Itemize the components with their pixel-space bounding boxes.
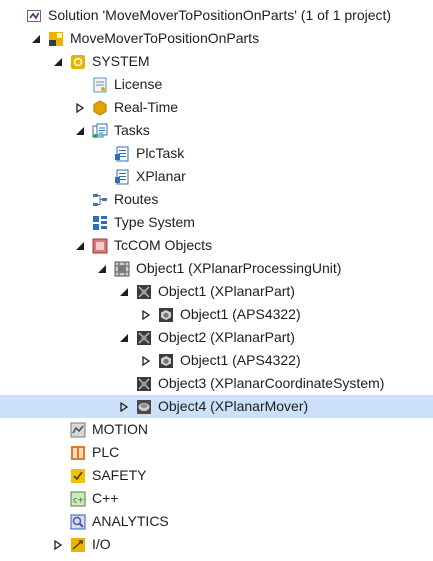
routes-icon <box>92 192 108 208</box>
expanded-arrow-icon[interactable] <box>74 125 86 137</box>
tree-item-solution[interactable]: Solution 'MoveMoverToPositionOnParts' (1… <box>0 4 433 27</box>
tree-item-type-system[interactable]: Type System <box>0 211 433 234</box>
tree-item-xplanar-task[interactable]: XPlanar <box>0 165 433 188</box>
expanded-arrow-icon[interactable] <box>52 56 64 68</box>
cpp-icon: c++ <box>70 491 86 507</box>
tasks-icon <box>92 123 108 139</box>
expanded-arrow-icon[interactable] <box>74 240 86 252</box>
safety-icon <box>70 468 86 484</box>
part-icon <box>136 376 152 392</box>
realtime-icon <box>92 99 108 116</box>
tree-item-tasks[interactable]: Tasks <box>0 119 433 142</box>
tree-item-license[interactable]: License <box>0 73 433 96</box>
tree-item-label: Object2 (XPlanarPart) <box>158 329 295 345</box>
tree-item-analytics[interactable]: ANALYTICS <box>0 510 433 533</box>
tree-item-label: PlcTask <box>136 145 185 161</box>
plc-icon <box>70 445 86 461</box>
expanded-arrow-icon[interactable] <box>96 263 108 275</box>
part-icon <box>136 330 152 346</box>
twincat-project-icon <box>48 31 64 47</box>
tree-item-label: ANALYTICS <box>92 513 169 529</box>
tree-item-label: Tasks <box>114 122 150 138</box>
tree-item-real-time[interactable]: Real-Time <box>0 96 433 119</box>
task-icon <box>114 169 130 185</box>
tree-item-label: SYSTEM <box>92 53 150 69</box>
tree-item-part-1[interactable]: Object1 (XPlanarPart) <box>0 280 433 303</box>
collapsed-arrow-icon[interactable] <box>74 102 86 114</box>
tree-item-label: I/O <box>92 536 111 552</box>
expanded-arrow-icon[interactable] <box>118 286 130 298</box>
tree-item-label: License <box>114 76 163 92</box>
tree-item-coordinate-system[interactable]: Object3 (XPlanarCoordinateSystem) <box>0 372 433 395</box>
expanded-arrow-icon[interactable] <box>30 33 42 45</box>
tree-item-label: Object1 (XPlanarPart) <box>158 283 295 299</box>
tree-item-label: Object1 (APS4322) <box>180 352 301 368</box>
aps-icon <box>158 353 174 369</box>
tree-item-project[interactable]: MoveMoverToPositionOnParts <box>0 27 433 50</box>
tree-item-tccom-objects[interactable]: TcCOM Objects <box>0 234 433 257</box>
tree-item-io[interactable]: I/O <box>0 533 433 556</box>
tree-item-label: XPlanar <box>136 168 186 184</box>
tree-item-processing-unit[interactable]: Object1 (XPlanarProcessingUnit) <box>0 257 433 280</box>
analytics-icon <box>70 514 86 530</box>
tree-item-system[interactable]: SYSTEM <box>0 50 433 73</box>
tree-item-cpp[interactable]: c++ C++ <box>0 487 433 510</box>
tree-item-mover[interactable]: Object4 (XPlanarMover) <box>0 395 433 418</box>
tree-item-label: Object4 (XPlanarMover) <box>158 398 309 414</box>
tree-item-label: SAFETY <box>92 467 147 483</box>
license-icon <box>92 77 108 93</box>
mover-icon <box>136 399 152 415</box>
part-icon <box>136 284 152 300</box>
system-icon <box>70 54 86 70</box>
tree-item-label: Object3 (XPlanarCoordinateSystem) <box>158 375 385 391</box>
tree-item-label: Type System <box>114 214 195 230</box>
svg-text:c++: c++ <box>73 495 86 504</box>
aps-icon <box>158 307 174 323</box>
io-icon <box>70 537 86 553</box>
tree-item-part-2-aps[interactable]: Object1 (APS4322) <box>0 349 433 372</box>
tree-item-safety[interactable]: SAFETY <box>0 464 433 487</box>
tree-item-part-1-aps[interactable]: Object1 (APS4322) <box>0 303 433 326</box>
tccom-icon <box>92 238 108 254</box>
collapsed-arrow-icon[interactable] <box>140 355 152 367</box>
motion-icon <box>70 422 86 438</box>
task-icon <box>114 146 130 162</box>
tree-item-label: Object1 (APS4322) <box>180 306 301 322</box>
tree-item-label: Solution 'MoveMoverToPositionOnParts' (1… <box>48 7 392 23</box>
tree-item-label: Routes <box>114 191 159 207</box>
solution-icon <box>26 8 42 24</box>
processing-unit-icon <box>114 261 130 277</box>
tree-item-plc[interactable]: PLC <box>0 441 433 464</box>
tree-item-label: Real-Time <box>114 99 179 115</box>
tree-item-routes[interactable]: Routes <box>0 188 433 211</box>
collapsed-arrow-icon[interactable] <box>118 401 130 413</box>
tree-item-label: Object1 (XPlanarProcessingUnit) <box>136 260 342 276</box>
tree-item-label: PLC <box>92 444 120 460</box>
solution-explorer-tree: Solution 'MoveMoverToPositionOnParts' (1… <box>0 0 433 561</box>
tree-item-label: TcCOM Objects <box>114 237 213 253</box>
tree-item-part-2[interactable]: Object2 (XPlanarPart) <box>0 326 433 349</box>
collapsed-arrow-icon[interactable] <box>52 539 64 551</box>
tree-item-label: MoveMoverToPositionOnParts <box>70 30 260 46</box>
tree-item-label: C++ <box>92 490 119 506</box>
collapsed-arrow-icon[interactable] <box>140 309 152 321</box>
type-system-icon <box>92 215 108 231</box>
tree-item-label: MOTION <box>92 421 148 437</box>
expanded-arrow-icon[interactable] <box>118 332 130 344</box>
tree-item-motion[interactable]: MOTION <box>0 418 433 441</box>
tree-item-plctask[interactable]: PlcTask <box>0 142 433 165</box>
